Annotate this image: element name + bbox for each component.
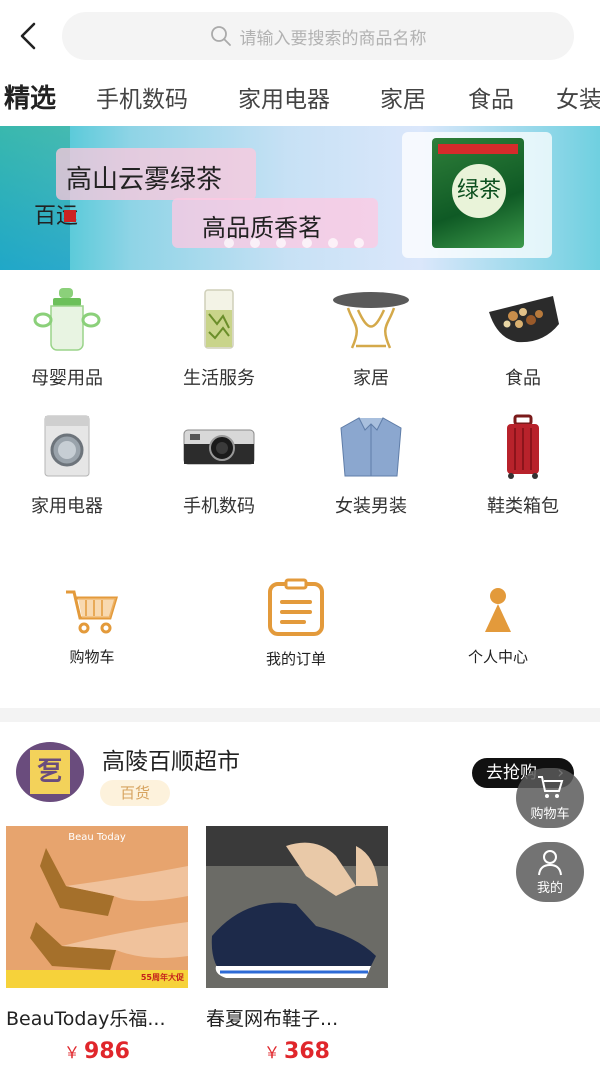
cart-icon bbox=[538, 776, 564, 798]
order-icon bbox=[268, 578, 324, 636]
shortcut-orders[interactable]: 我的订单 bbox=[226, 578, 366, 669]
carousel-dots bbox=[224, 238, 364, 248]
search-icon bbox=[210, 26, 231, 46]
shop-name[interactable]: 高陵百顺超市 bbox=[102, 742, 240, 776]
floating-mine-button[interactable]: 我的 bbox=[516, 842, 584, 902]
tab-selected[interactable]: 精选 bbox=[4, 78, 56, 115]
tab-digital[interactable]: 手机数码 bbox=[96, 80, 188, 114]
category-life-service[interactable]: 生活服务 bbox=[144, 286, 294, 390]
search-placeholder: 请输入要搜索的商品名称 bbox=[239, 28, 427, 49]
nuts-bowl-icon bbox=[489, 296, 559, 343]
camera-icon bbox=[183, 429, 255, 465]
category-label: 女装男装 bbox=[335, 496, 407, 517]
category-label: 家用电器 bbox=[31, 496, 103, 517]
shop-tag: 百货 bbox=[100, 780, 170, 806]
category-home[interactable]: 家居 bbox=[296, 286, 446, 390]
tab-women[interactable]: 女装 bbox=[556, 80, 600, 114]
washing-machine-icon bbox=[44, 415, 90, 477]
carousel-dot[interactable] bbox=[224, 238, 234, 248]
category-clothing[interactable]: 女装男装 bbox=[296, 414, 446, 518]
back-button[interactable] bbox=[14, 18, 42, 54]
category-label: 家居 bbox=[353, 368, 389, 389]
category-food[interactable]: 食品 bbox=[448, 286, 598, 390]
carousel-dot[interactable] bbox=[276, 238, 286, 248]
tea-glass-icon bbox=[204, 289, 234, 349]
carousel-dot[interactable] bbox=[328, 238, 338, 248]
tab-food[interactable]: 食品 bbox=[468, 80, 514, 114]
shop-avatar[interactable]: 乭 bbox=[16, 742, 84, 802]
promo-banner[interactable]: 高山云雾绿茶 高品质香茗 百运 绿茶 bbox=[0, 126, 600, 270]
category-label: 鞋类箱包 bbox=[487, 496, 559, 517]
banner-title: 高山云雾绿茶 bbox=[66, 165, 223, 195]
product-name: BeauToday乐福... bbox=[6, 1008, 166, 1030]
tea-package-image: 绿茶 bbox=[432, 138, 524, 248]
product-card[interactable]: Beau Today 55周年大促 BeauToday乐福... ￥ 986 bbox=[6, 826, 188, 1064]
tea-pack-label: 绿茶 bbox=[452, 164, 506, 218]
category-bags[interactable]: 鞋类箱包 bbox=[448, 414, 598, 518]
shirt-icon bbox=[340, 417, 402, 477]
shortcut-label: 个人中心 bbox=[467, 648, 528, 666]
product-card[interactable]: 春夏网布鞋子... ￥ 368 bbox=[206, 826, 388, 1064]
product-price: ￥ 368 bbox=[264, 1039, 330, 1064]
search-input[interactable]: 请输入要搜索的商品名称 bbox=[62, 12, 574, 60]
baby-bottle-icon bbox=[33, 288, 101, 351]
category-tabs: 精选 手机数码 家用电器 家居 食品 女装 bbox=[0, 72, 600, 124]
shortcut-label: 我的订单 bbox=[265, 650, 326, 668]
product-price: ￥ 986 bbox=[64, 1039, 130, 1064]
top-bar: 请输入要搜索的商品名称 bbox=[0, 0, 600, 72]
category-label: 食品 bbox=[505, 368, 541, 389]
table-icon bbox=[333, 292, 409, 349]
category-label: 母婴用品 bbox=[31, 368, 103, 389]
carousel-dot[interactable] bbox=[250, 238, 260, 248]
category-baby[interactable]: 母婴用品 bbox=[0, 286, 142, 390]
product-name: 春夏网布鞋子... bbox=[206, 1008, 339, 1030]
category-digital[interactable]: 手机数码 bbox=[144, 414, 294, 518]
product-image: Beau Today 55周年大促 bbox=[6, 826, 188, 988]
carousel-dot[interactable] bbox=[354, 238, 364, 248]
category-label: 手机数码 bbox=[183, 496, 255, 517]
tab-appliances[interactable]: 家用电器 bbox=[238, 80, 330, 114]
section-divider bbox=[0, 708, 600, 722]
category-label: 生活服务 bbox=[183, 368, 255, 389]
profile-icon bbox=[485, 588, 511, 632]
suitcase-icon bbox=[507, 414, 539, 479]
carousel-dot[interactable] bbox=[302, 238, 312, 248]
shortcut-label: 购物车 bbox=[69, 648, 115, 666]
brand-logo: 百运 bbox=[34, 204, 79, 229]
floating-cart-label: 购物车 bbox=[530, 807, 570, 822]
tab-home[interactable]: 家居 bbox=[380, 80, 426, 114]
shortcut-profile[interactable]: 个人中心 bbox=[428, 584, 568, 667]
chevron-left-icon bbox=[20, 22, 36, 50]
cart-icon bbox=[66, 590, 119, 634]
floating-mine-label: 我的 bbox=[536, 881, 563, 896]
floating-cart-button[interactable]: 购物车 bbox=[516, 768, 584, 828]
shortcut-cart[interactable]: 购物车 bbox=[22, 586, 162, 667]
category-appliances[interactable]: 家用电器 bbox=[0, 414, 142, 518]
user-icon bbox=[538, 850, 562, 876]
product-image bbox=[206, 826, 388, 988]
